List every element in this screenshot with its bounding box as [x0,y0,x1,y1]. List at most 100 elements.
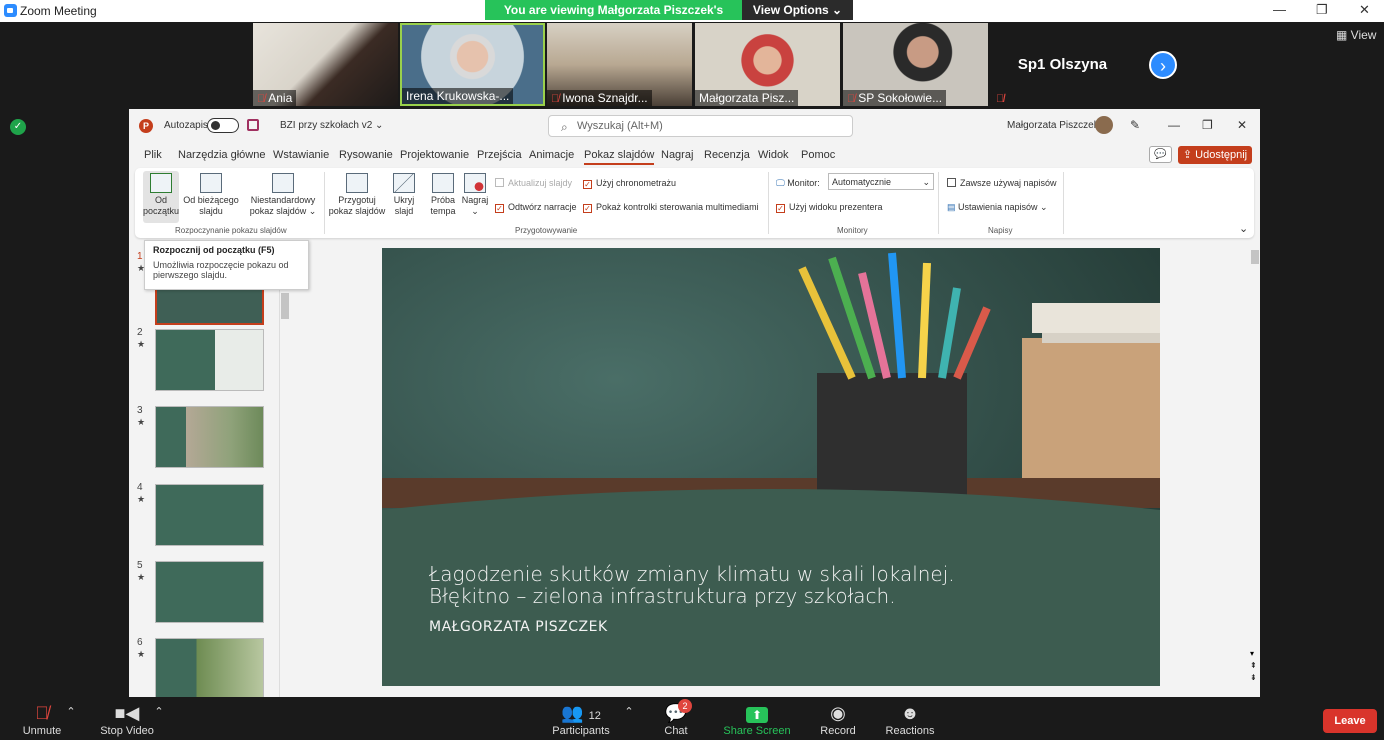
record-button[interactable]: ◉ Record [816,703,860,737]
participants-icon: 👥 12 [561,703,601,723]
tab-view[interactable]: Widok [758,149,789,161]
avatar[interactable] [1095,116,1113,134]
close-icon[interactable]: ✕ [1237,118,1247,132]
reactions-button[interactable]: ☻ Reactions [884,703,936,737]
tab-design[interactable]: Projektowanie [400,149,469,161]
animation-star-icon: ★ [137,494,146,504]
video-tile[interactable]: 🎙̸ SP Sokołowie... [843,23,988,106]
zoom-logo-icon [4,4,17,17]
share-screen-button[interactable]: ⬆ Share Screen [722,703,792,737]
tab-slideshow[interactable]: Pokaz slajdów [584,149,655,165]
custom-show-button[interactable]: Niestandardowy pokaz slajdów ⌄ [247,173,319,217]
leave-button[interactable]: Leave [1323,709,1377,733]
save-icon[interactable] [247,119,259,131]
slide-number: 3 [137,405,143,416]
slide-author: MAŁGORZATA PISZCZEK [429,619,608,635]
group-label: Przygotowywanie [515,226,578,235]
show-media-controls-checkbox[interactable]: ✓ Pokaż kontrolki sterowania multimediami [583,202,759,213]
next-page-arrow-icon[interactable]: › [1149,51,1177,79]
unmute-button[interactable]: 🎙̸ Unmute [20,703,64,737]
collapse-ribbon-icon[interactable]: ⌄ [1239,222,1248,235]
video-tile[interactable]: 🎙̸ Iwona Sznajdr... [547,23,692,106]
video-options-chevron-icon[interactable]: ⌃ [154,705,164,718]
tooltip: Rozpocznij od początku (F5) Umożliwia ro… [144,240,309,290]
tooltip-body: Umożliwia rozpoczęcie pokazu od pierwsze… [153,260,289,280]
tab-animations[interactable]: Animacje [529,149,574,161]
slide-thumbnail[interactable] [155,561,264,623]
video-tile[interactable]: Małgorzata Pisz... [695,23,840,106]
comment-icon[interactable]: 💬 [1149,146,1172,163]
stop-video-button[interactable]: ■◀ Stop Video [96,703,158,737]
muted-mic-icon: 🎙̸ [551,93,560,105]
from-beginning-button[interactable]: Od początku [143,171,179,223]
view-button[interactable]: ▦ View [1336,28,1376,42]
minimize-button[interactable]: — [1273,2,1286,17]
view-options-button[interactable]: View Options ⌄ [742,0,853,20]
slide-thumbnail[interactable] [155,329,264,391]
autosave-label: Autozapis [164,120,208,131]
participants-button[interactable]: 👥 12 Participants [550,703,612,737]
tab-review[interactable]: Recenzja [704,149,750,161]
tab-record[interactable]: Nagraj [661,149,693,161]
always-captions-checkbox[interactable]: Zawsze używaj napisów [947,178,1057,188]
setup-show-button[interactable]: Przygotuj pokaz slajdów [327,173,387,217]
emoji-icon: ☻ [900,703,920,723]
chat-badge: 2 [678,699,692,713]
use-timings-checkbox[interactable]: ✓ Użyj chronometrażu [583,178,676,189]
button-label: Chat [664,725,688,737]
tab-insert[interactable]: Wstawianie [273,149,329,161]
separator [938,172,939,234]
pen-icon[interactable]: ✎ [1130,118,1140,132]
tab-home[interactable]: Narzędzia główne [178,149,265,161]
autosave-toggle[interactable] [207,118,239,133]
slide-thumbnail[interactable] [155,638,264,697]
checkbox-label: Użyj widoku prezentera [789,202,883,212]
video-tile-name-only[interactable]: Sp1 Olszyna 🎙̸ [990,23,1135,106]
powerpoint-logo-icon: P [139,119,153,133]
record-button[interactable]: Nagraj ⌄ [461,173,489,217]
tab-help[interactable]: Pomoc [801,149,835,161]
audio-options-chevron-icon[interactable]: ⌃ [66,705,76,718]
document-name[interactable]: BZI przy szkołach v2 ⌄ [280,120,383,131]
update-slides-checkbox[interactable]: Aktualizuj slajdy [495,178,572,188]
slide-scrollbar[interactable]: ▾ ⇞ ⇟ [1250,248,1260,686]
share-button[interactable]: ⇪ Udostępnij [1178,146,1252,164]
video-tile-active-speaker[interactable]: Irena Krukowska-... [400,23,545,106]
search-input[interactable]: ⌕ Wyszukaj (Alt+M) [548,115,853,137]
button-label: Przygotuj [338,195,376,205]
from-current-slide-button[interactable]: Od bieżącego slajdu [183,173,239,217]
chat-button[interactable]: 💬 2 Chat [660,699,692,737]
slide-icon [200,173,222,193]
tab-draw[interactable]: Rysowanie [339,149,393,161]
close-button[interactable]: ✕ [1359,2,1370,18]
scroll-thumb[interactable] [281,293,289,319]
minimize-icon[interactable]: — [1168,118,1180,132]
animation-star-icon: ★ [137,649,146,659]
restore-icon[interactable]: ❐ [1202,118,1213,132]
window-title: Zoom Meeting [20,4,97,18]
caption-settings-button[interactable]: ▤ Ustawienia napisów ⌄ [947,202,1048,213]
select-value: Automatycznie [832,177,892,187]
tab-plik[interactable]: Plik [144,149,162,161]
participants-options-chevron-icon[interactable]: ⌃ [624,705,634,718]
video-tile[interactable]: 🎙̸ Ania [253,23,398,106]
tab-transitions[interactable]: Przejścia [477,149,522,161]
slide-canvas[interactable]: Łagodzenie skutków zmiany klimatu w skal… [382,248,1160,686]
hide-slide-button[interactable]: Ukryj slajd [391,173,417,217]
security-shield-icon[interactable]: ✓ [10,119,26,135]
slide-thumbnail[interactable] [155,484,264,546]
monitor-select[interactable]: Automatycznie ⌄ [828,173,934,190]
play-narrations-checkbox[interactable]: ✓ Odtwórz narracje [495,202,577,213]
stopwatch-icon [432,173,454,193]
muted-mic-icon: 🎙̸ [257,93,266,105]
slide-title: Łagodzenie skutków zmiany klimatu w skal… [429,563,955,607]
rehearse-timings-button[interactable]: Próba tempa [427,173,459,217]
button-label: tempa [430,206,456,216]
slide-thumbnail[interactable] [155,406,264,468]
restore-button[interactable]: ❐ [1316,2,1328,18]
grid-icon: ▦ [1336,28,1351,42]
thumbnail-scrollbar[interactable] [279,253,289,697]
presenter-view-checkbox[interactable]: ✓ Użyj widoku prezentera [776,202,883,213]
scroll-thumb[interactable] [1251,250,1259,264]
scroll-arrows-icon[interactable]: ▾ ⇞ ⇟ [1250,648,1257,684]
